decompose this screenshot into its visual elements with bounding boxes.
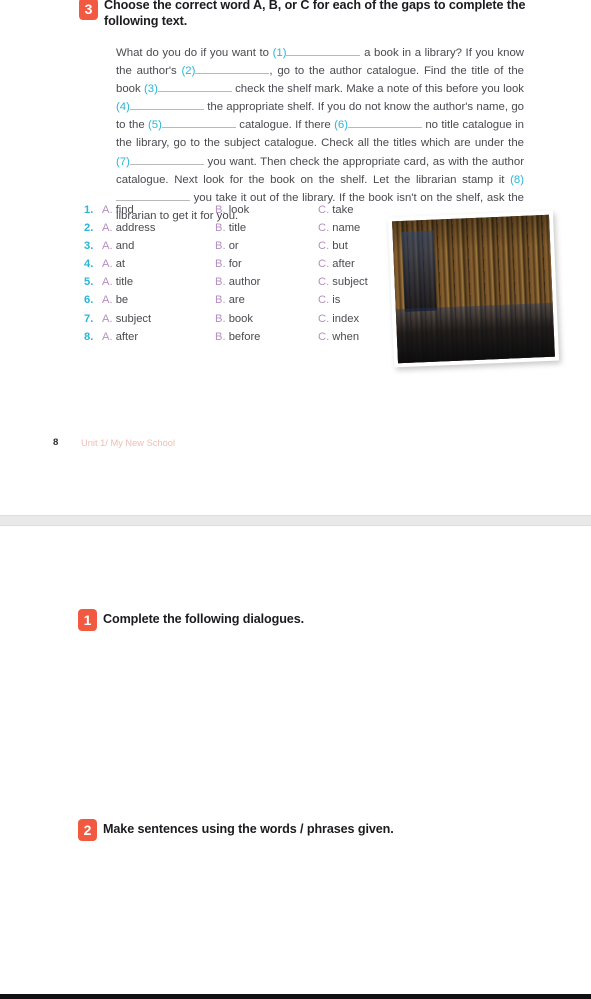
option-row-number: 2. (84, 222, 94, 235)
option-choice-a[interactable]: A. address (102, 219, 156, 237)
gap-number: (3) (143, 83, 158, 96)
option-letter: C. (318, 204, 333, 216)
option-letter: B. (215, 240, 229, 253)
option-row: 1. A. find B. look C. take (84, 201, 384, 219)
gap-blank[interactable] (286, 45, 361, 56)
option-letter: C. (318, 276, 333, 289)
option-choice-b[interactable]: B. book (215, 310, 253, 328)
gap-number: (1) (272, 47, 287, 59)
gap-number: (2) (181, 65, 196, 78)
exercise-1-title: Complete the following dialogues. (103, 612, 305, 626)
exercise-2-title: Make sentences using the words / phrases… (103, 822, 394, 836)
option-choice-a[interactable]: A. after (102, 328, 138, 346)
option-letter: A. (102, 330, 116, 343)
gap-number: (8) (510, 173, 524, 186)
option-letter: C. (318, 222, 333, 235)
option-letter: C. (318, 258, 333, 271)
exercise-3-title: Choose the correct word A, B, or C for e… (104, 0, 526, 28)
option-letter: C. (318, 294, 333, 307)
workbook-page-top: 3 Choose the correct word A, B, or C for… (0, 0, 591, 516)
option-letter: B. (215, 276, 229, 289)
option-letter: A. (102, 240, 116, 253)
gap-number: (7) (116, 155, 130, 168)
page-number: 8 (53, 437, 59, 448)
gap-blank[interactable] (116, 190, 190, 201)
gap-number: (6) (334, 119, 349, 132)
option-row-number: 7. (84, 312, 94, 325)
option-choice-b[interactable]: B. for (215, 255, 242, 273)
gap-blank[interactable] (129, 154, 204, 165)
option-choice-a[interactable]: A. find (102, 201, 134, 219)
option-letter: A. (102, 294, 116, 307)
option-choice-a[interactable]: A. be (102, 291, 128, 309)
option-row-number: 5. (84, 276, 94, 289)
library-photo (387, 210, 560, 368)
exercise-number-badge-1: 1 (78, 609, 97, 631)
reading-passage: What do you do if you want to (1) a book… (116, 45, 525, 222)
photo-frame (387, 210, 560, 368)
exercise-number-badge-2: 2 (78, 819, 97, 841)
page-screenshot: 3 Choose the correct word A, B, or C for… (0, 0, 591, 999)
option-row-number: 8. (84, 330, 94, 343)
option-row-number: 4. (84, 258, 94, 271)
gap-blank[interactable] (348, 117, 423, 129)
option-choice-b[interactable]: B. look (215, 201, 249, 219)
gap-number: (4) (116, 101, 130, 114)
option-choice-c[interactable]: C. when (318, 328, 359, 346)
option-choice-c[interactable]: C. subject (318, 273, 368, 291)
option-row-number: 3. (84, 240, 94, 253)
option-row-number: 6. (84, 294, 94, 307)
option-choice-c[interactable]: C. is (318, 291, 340, 309)
gap-blank[interactable] (129, 99, 204, 111)
footer-unit-label: Unit 1/ My New School (81, 438, 176, 448)
answer-options-grid: 1. A. find B. look C. take 2. A. address B. ti… (84, 201, 384, 346)
option-choice-c[interactable]: C. after (318, 255, 355, 273)
workbook-page-bottom: E Writing 1 Complete the following dialo… (0, 525, 591, 999)
option-row-number: 1. (84, 204, 94, 216)
option-choice-a[interactable]: A. title (102, 273, 133, 291)
option-choice-c[interactable]: C. name (318, 219, 360, 237)
option-row: 5. A. title B. author C. subject (84, 273, 384, 291)
option-letter: B. (215, 330, 229, 343)
option-choice-c[interactable]: C. but (318, 237, 348, 255)
option-letter: C. (318, 312, 333, 325)
option-choice-b[interactable]: B. or (215, 237, 239, 255)
option-letter: B. (215, 312, 229, 325)
option-letter: A. (102, 222, 116, 235)
option-row: 7. A. subject B. book C. index (84, 310, 384, 328)
option-choice-a[interactable]: A. subject (102, 310, 151, 328)
option-letter: C. (318, 330, 333, 343)
option-choice-b[interactable]: B. title (215, 219, 246, 237)
option-choice-c[interactable]: C. take (318, 201, 353, 219)
option-row: 8. A. after B. before C. when (84, 328, 384, 346)
gap-blank[interactable] (161, 117, 236, 129)
option-choice-b[interactable]: B. before (215, 328, 260, 346)
option-letter: A. (102, 312, 116, 325)
page-bottom-strip (0, 994, 591, 999)
photo-image (392, 214, 555, 364)
option-letter: B. (215, 204, 229, 216)
option-choice-b[interactable]: B. author (215, 273, 260, 291)
option-row: 6. A. be B. are C. is (84, 291, 384, 309)
option-choice-a[interactable]: A. and (102, 237, 134, 255)
option-letter: B. (215, 222, 229, 235)
option-letter: A. (102, 204, 116, 216)
option-letter: B. (215, 258, 229, 271)
option-row: 3. A. and B. or C. but (84, 237, 384, 255)
option-choice-b[interactable]: B. are (215, 291, 245, 309)
exercise-number-badge-3: 3 (79, 0, 98, 20)
gap-blank[interactable] (195, 63, 270, 75)
option-letter: C. (318, 240, 333, 253)
option-letter: A. (102, 258, 116, 271)
option-row: 4. A. at B. for C. after (84, 255, 384, 273)
gap-number: (5) (148, 119, 162, 132)
gap-blank[interactable] (157, 81, 232, 93)
option-row: 2. A. address B. title C. name (84, 219, 384, 237)
option-letter: A. (102, 276, 116, 289)
option-choice-a[interactable]: A. at (102, 255, 125, 273)
option-choice-c[interactable]: C. index (318, 310, 359, 328)
option-letter: B. (215, 294, 229, 307)
